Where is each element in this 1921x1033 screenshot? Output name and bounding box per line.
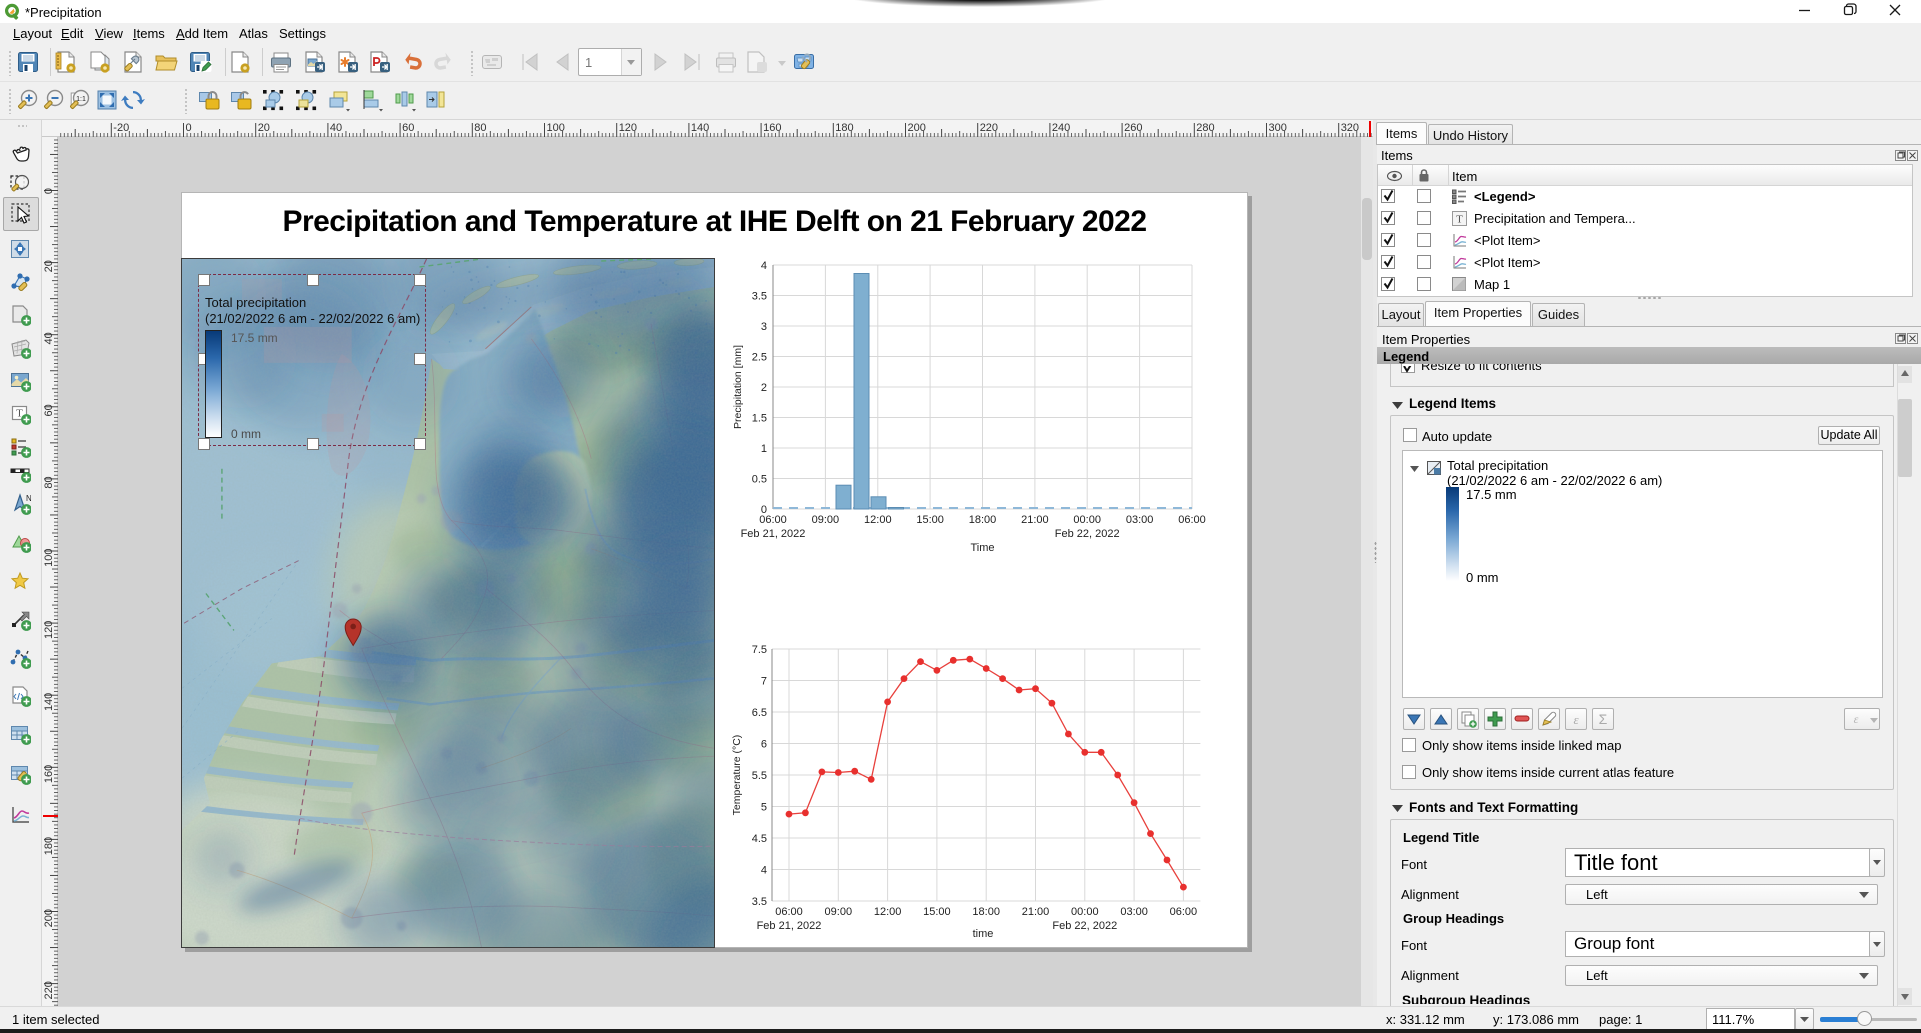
svg-text:6: 6 <box>761 739 767 751</box>
svg-text:3: 3 <box>761 321 767 333</box>
svg-text:15:00: 15:00 <box>916 514 944 526</box>
svg-text:5.5: 5.5 <box>752 770 767 782</box>
svg-text:09:00: 09:00 <box>825 906 853 918</box>
svg-text:12:00: 12:00 <box>874 906 902 918</box>
svg-text:Time: Time <box>970 542 994 554</box>
svg-text:1: 1 <box>761 443 767 455</box>
svg-text:09:00: 09:00 <box>812 514 840 526</box>
svg-text:Precipitation [mm]: Precipitation [mm] <box>732 345 744 429</box>
svg-text:03:00: 03:00 <box>1120 906 1148 918</box>
svg-text:1.5: 1.5 <box>752 413 767 425</box>
svg-text:ε: ε <box>1573 712 1579 727</box>
svg-text:4.5: 4.5 <box>752 833 767 845</box>
svg-text:320: 320 <box>1341 122 1359 134</box>
svg-text:0.5: 0.5 <box>752 474 767 486</box>
svg-text:Σ: Σ <box>1599 711 1608 727</box>
svg-text:15:00: 15:00 <box>923 906 951 918</box>
svg-text:3.5: 3.5 <box>752 291 767 303</box>
svg-text:00:00: 00:00 <box>1073 514 1101 526</box>
svg-text:220: 220 <box>43 981 55 999</box>
svg-text:2: 2 <box>761 382 767 394</box>
svg-text:12:00: 12:00 <box>864 514 892 526</box>
svg-text:4: 4 <box>761 260 767 272</box>
svg-text:ε: ε <box>1854 712 1859 726</box>
svg-text:03:00: 03:00 <box>1126 514 1154 526</box>
svg-text:00:00: 00:00 <box>1071 906 1099 918</box>
svg-text:5: 5 <box>761 802 767 814</box>
svg-text:Feb 21, 2022: Feb 21, 2022 <box>757 920 822 932</box>
svg-text:06:00: 06:00 <box>759 514 787 526</box>
svg-text:time: time <box>973 928 994 940</box>
svg-text:Feb 21, 2022: Feb 21, 2022 <box>741 528 806 540</box>
svg-text:7: 7 <box>761 676 767 688</box>
svg-text:Temperature (°C): Temperature (°C) <box>731 735 743 816</box>
svg-text:Feb 22, 2022: Feb 22, 2022 <box>1052 920 1117 932</box>
svg-text:06:00: 06:00 <box>1170 906 1198 918</box>
svg-text:Feb 22, 2022: Feb 22, 2022 <box>1055 528 1120 540</box>
svg-text:21:00: 21:00 <box>1022 906 1050 918</box>
svg-text:4: 4 <box>761 865 767 877</box>
svg-text:6.5: 6.5 <box>752 707 767 719</box>
svg-text:18:00: 18:00 <box>972 906 1000 918</box>
svg-text:18:00: 18:00 <box>969 514 997 526</box>
svg-text:21:00: 21:00 <box>1021 514 1049 526</box>
svg-text:06:00: 06:00 <box>1178 514 1206 526</box>
svg-text:T: T <box>1456 214 1463 226</box>
svg-text:2.5: 2.5 <box>752 352 767 364</box>
svg-text:3.5: 3.5 <box>752 896 767 908</box>
svg-text:06:00: 06:00 <box>775 906 803 918</box>
svg-text:7.5: 7.5 <box>752 644 767 656</box>
